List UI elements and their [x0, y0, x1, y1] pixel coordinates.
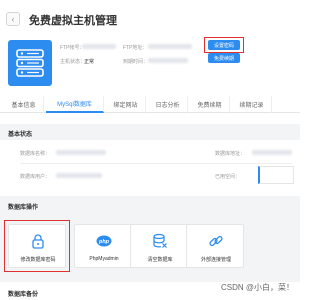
- basic-status-title: 基本状态: [8, 132, 33, 138]
- basic-status-card: 数据库名称： 数据库地址： 数据库用户： 已用空间：: [0, 140, 300, 194]
- db-operations-title: 数据库操作: [8, 205, 39, 211]
- free-renew-button[interactable]: 免费续期: [208, 53, 240, 63]
- db-size-box: [258, 166, 294, 184]
- divider: [20, 163, 292, 164]
- tab-bar: 基本信息 MySql数据库 绑定网站 日志分析 免费续期 续期记录: [0, 96, 300, 113]
- op-clear-database[interactable]: 清空数据库: [130, 224, 188, 268]
- op-label: PhpMyadmin: [89, 256, 119, 262]
- watermark: CSDN @小白，菜！: [220, 283, 294, 292]
- highlight-box-reset-password: [204, 37, 244, 53]
- op-label: 清空数据库: [147, 257, 173, 263]
- ftp-address-label: FTP地址：: [123, 45, 148, 51]
- ftp-account-label: FTP帐号：: [60, 45, 85, 51]
- database-clear-icon: [153, 233, 167, 248]
- ftp-account-value: [82, 44, 116, 49]
- host-status-label: 主机状态：: [60, 59, 86, 65]
- highlight-box-change-password: [4, 220, 70, 272]
- ftp-address-value: [148, 44, 192, 49]
- svg-text:php: php: [98, 239, 110, 245]
- op-external-connection[interactable]: 外部连接管理: [186, 224, 244, 268]
- page-title: 免费虚拟主机管理: [29, 15, 117, 27]
- tab-free-renew[interactable]: 免费续期: [190, 96, 230, 113]
- expire-label: 到期时间：: [123, 59, 149, 65]
- host-status-value: 正常: [84, 59, 95, 65]
- db-user-value: [56, 173, 102, 178]
- host-info-panel: FTP帐号： FTP地址： 主机状态： 正常 到期时间： 设置密码 免费续期: [0, 36, 300, 94]
- op-label: 外部连接管理: [200, 257, 231, 263]
- tab-mysql-database[interactable]: MySql数据库: [46, 96, 104, 113]
- db-user-label: 数据库用户：: [20, 174, 51, 180]
- basic-status-header: 基本状态: [0, 124, 300, 140]
- link-icon: [209, 235, 223, 247]
- db-address-value: [252, 150, 292, 155]
- db-address-label: 数据库地址：: [215, 151, 246, 157]
- db-name-label: 数据库名称：: [20, 151, 51, 157]
- db-size-label: 已用空间：: [215, 174, 241, 180]
- top-bar: ‹ 免费虚拟主机管理: [0, 0, 300, 36]
- server-icon: [8, 40, 52, 86]
- tab-log-analysis[interactable]: 日志分析: [148, 96, 188, 113]
- php-icon: php: [96, 235, 112, 247]
- tab-basic-info[interactable]: 基本信息: [4, 96, 44, 113]
- tab-renew-records[interactable]: 续期记录: [232, 96, 272, 113]
- chevron-left-icon[interactable]: ‹: [6, 12, 20, 26]
- op-phpmyadmin[interactable]: php PhpMyadmin: [74, 224, 132, 268]
- tab-bind-site[interactable]: 绑定网站: [106, 96, 146, 113]
- db-backup-title: 数据库备份: [8, 292, 39, 298]
- db-name-value: [56, 150, 106, 155]
- expire-value: [148, 58, 188, 63]
